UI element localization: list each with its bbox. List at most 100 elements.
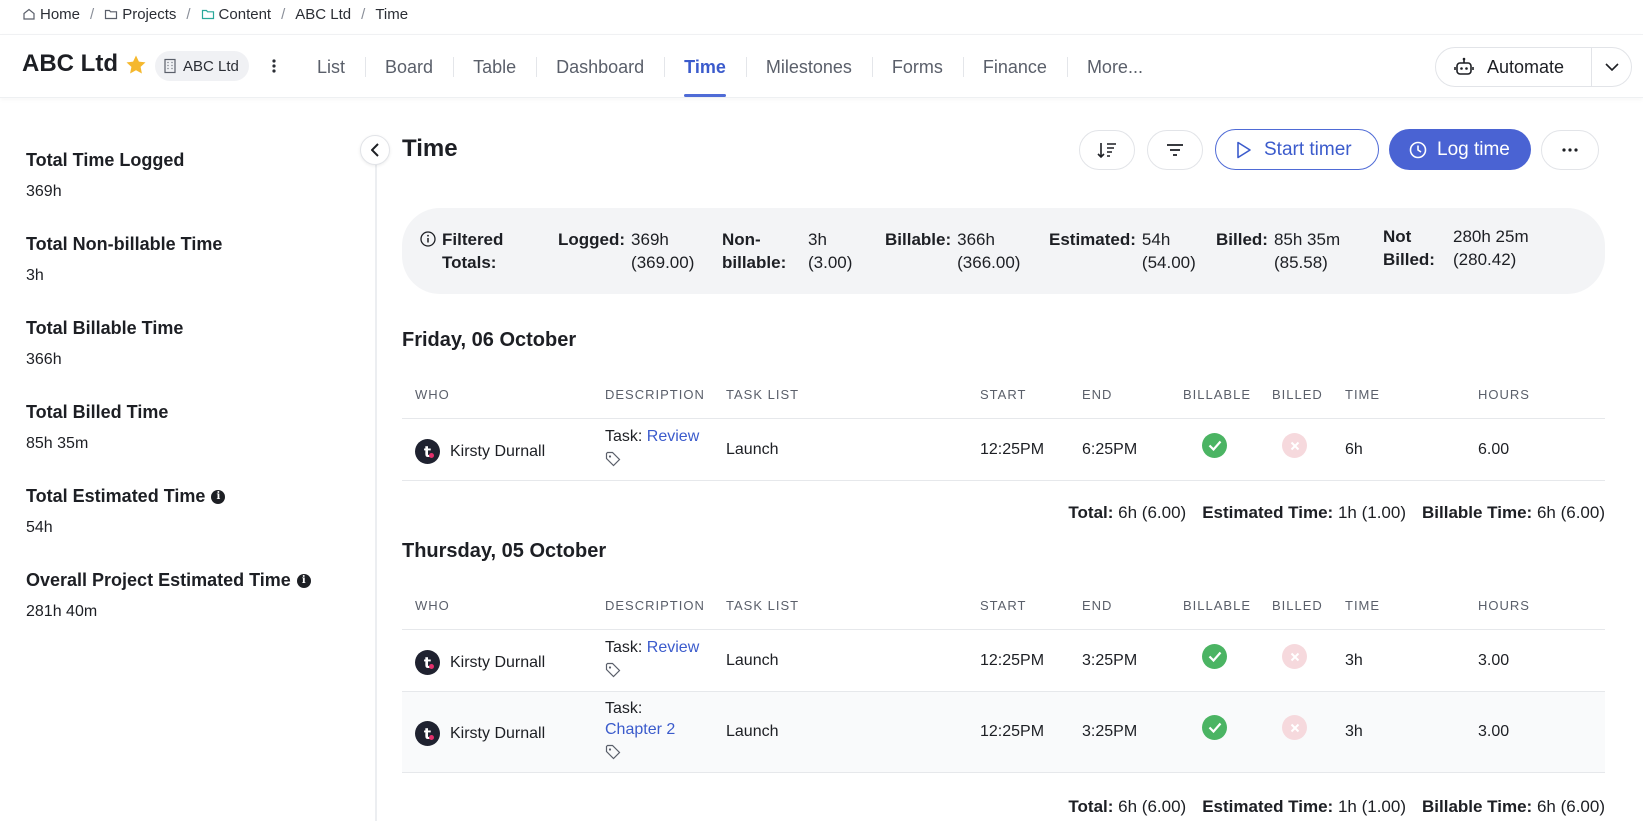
info-icon[interactable]: i [296, 573, 311, 588]
home-icon [23, 8, 35, 20]
chevron-left-icon [371, 143, 379, 157]
table-row[interactable]: t Kirsty Durnall Task: Chapter 2 Launch … [402, 692, 1605, 773]
breadcrumb-current: Time [375, 6, 408, 23]
col-description[interactable]: DESCRIPTION [605, 387, 705, 402]
automate-dropdown[interactable] [1592, 48, 1631, 86]
automate-button[interactable]: Automate [1436, 48, 1591, 86]
more-options-button[interactable] [1541, 130, 1599, 170]
building-icon [164, 58, 176, 74]
summary-billable-key: Billable Time: [1422, 797, 1533, 816]
breadcrumb-separator: / [281, 5, 286, 23]
who-name: Kirsty Durnall [450, 653, 546, 671]
total-billable-key: Billable: [885, 230, 952, 249]
collapse-sidebar-button[interactable] [360, 135, 390, 165]
tab-dashboard[interactable]: Dashboard [536, 35, 664, 99]
description-cell: Task: Chapter 2 [605, 698, 675, 760]
stat-label: Overall Project Estimated Time [26, 570, 291, 590]
table-row[interactable]: t Kirsty Durnall Task: Review Launch 12:… [402, 631, 1605, 692]
col-time[interactable]: TIME [1345, 598, 1380, 613]
stat-value: 369h [26, 183, 62, 200]
col-who[interactable]: WHO [415, 598, 450, 613]
stat-total-billable: Total Billable Time 366h [26, 318, 346, 402]
automate-control: Automate [1435, 47, 1632, 87]
col-hours[interactable]: HOURS [1478, 387, 1530, 402]
task-prefix: Task: [605, 639, 643, 656]
stat-label: Total Non-billable Time [26, 234, 223, 254]
tab-time[interactable]: Time [664, 35, 746, 99]
col-billable[interactable]: BILLABLE [1183, 598, 1251, 613]
log-time-button[interactable]: Log time [1389, 129, 1531, 170]
stat-value: 3h [26, 267, 44, 284]
tag-icon[interactable] [605, 662, 621, 678]
tab-forms[interactable]: Forms [871, 35, 963, 99]
task-link[interactable]: Review [647, 639, 699, 656]
breadcrumb-separator: / [90, 5, 95, 23]
filter-button[interactable] [1147, 130, 1203, 170]
billable-check-icon[interactable] [1202, 715, 1227, 740]
breadcrumb-company[interactable]: ABC Ltd [295, 6, 351, 23]
tab-board[interactable]: Board [365, 35, 453, 99]
col-billable[interactable]: BILLABLE [1183, 387, 1251, 402]
who-cell: t Kirsty Durnall [415, 650, 545, 675]
task-link[interactable]: Chapter 2 [605, 719, 675, 740]
star-icon[interactable] [124, 53, 148, 77]
col-start[interactable]: START [980, 598, 1026, 613]
summary-estimated-key: Estimated Time: [1202, 797, 1334, 816]
stat-label: Total Billable Time [26, 318, 184, 338]
col-end[interactable]: END [1082, 387, 1112, 402]
col-hours[interactable]: HOURS [1478, 598, 1530, 613]
col-billed[interactable]: BILLED [1272, 387, 1323, 402]
col-task-list[interactable]: TASK LIST [726, 598, 799, 613]
sort-button[interactable] [1079, 130, 1135, 170]
tab-list[interactable]: List [297, 35, 365, 99]
task-link[interactable]: Review [647, 428, 699, 445]
project-menu-button[interactable] [264, 53, 284, 79]
stat-total-billed: Total Billed Time 85h 35m [26, 402, 346, 486]
total-billable: Billable: 366h (366.00) [885, 228, 1020, 274]
col-end[interactable]: END [1082, 598, 1112, 613]
start-cell: 12:25PM [980, 652, 1045, 669]
summary-billable-key: Billable Time: [1422, 503, 1533, 522]
stat-value: 366h [26, 351, 62, 368]
tag-icon[interactable] [605, 451, 621, 467]
start-timer-button[interactable]: Start timer [1215, 129, 1379, 170]
tag-icon[interactable] [605, 744, 621, 760]
total-estimated: Estimated: 54h (54.00) [1049, 228, 1196, 274]
tab-finance[interactable]: Finance [962, 35, 1067, 99]
breadcrumb-home[interactable]: Home [22, 6, 80, 23]
tab-milestones[interactable]: Milestones [745, 35, 872, 99]
breadcrumb-projects[interactable]: Projects [104, 6, 176, 23]
table-header: WHO DESCRIPTION TASK LIST START END BILL… [402, 582, 1605, 630]
billable-check-icon[interactable] [1202, 644, 1227, 669]
start-cell: 12:25PM [980, 441, 1045, 458]
breadcrumb-content[interactable]: Content [201, 6, 271, 23]
table-row[interactable]: t Kirsty Durnall Task: Review Launch 12:… [402, 420, 1605, 481]
stat-label: Total Estimated Time [26, 486, 206, 506]
stat-value: 85h 35m [26, 435, 89, 452]
info-icon[interactable]: i [211, 489, 226, 504]
breadcrumb-home-label: Home [40, 5, 81, 23]
summary-estimated-key: Estimated Time: [1202, 503, 1334, 522]
hours-cell: 6.00 [1478, 441, 1510, 458]
billed-x-icon[interactable] [1282, 433, 1307, 458]
company-chip[interactable]: ABC Ltd [155, 51, 249, 81]
col-time[interactable]: TIME [1345, 387, 1380, 402]
task-prefix: Task: [605, 428, 643, 445]
col-billed[interactable]: BILLED [1272, 598, 1323, 613]
task-list-cell: Launch [726, 723, 779, 740]
col-description[interactable]: DESCRIPTION [605, 598, 705, 613]
tab-more[interactable]: More... [1066, 35, 1163, 99]
billed-x-icon[interactable] [1282, 715, 1307, 740]
col-task-list[interactable]: TASK LIST [726, 387, 799, 402]
billed-x-icon[interactable] [1282, 644, 1307, 669]
summary-estimated-value: 1h (1.00) [1337, 503, 1406, 522]
task-prefix: Task: [605, 700, 643, 717]
total-logged-key: Logged: [558, 230, 626, 249]
tab-table[interactable]: Table [453, 35, 536, 99]
billable-check-icon[interactable] [1202, 433, 1227, 458]
col-start[interactable]: START [980, 387, 1026, 402]
filtered-totals-label: Filtered Totals: [420, 228, 522, 274]
total-billed-value: 85h 35m (85.58) [1273, 230, 1341, 272]
col-who[interactable]: WHO [415, 387, 450, 402]
summary-billable-value: 6h (6.00) [1536, 797, 1605, 816]
